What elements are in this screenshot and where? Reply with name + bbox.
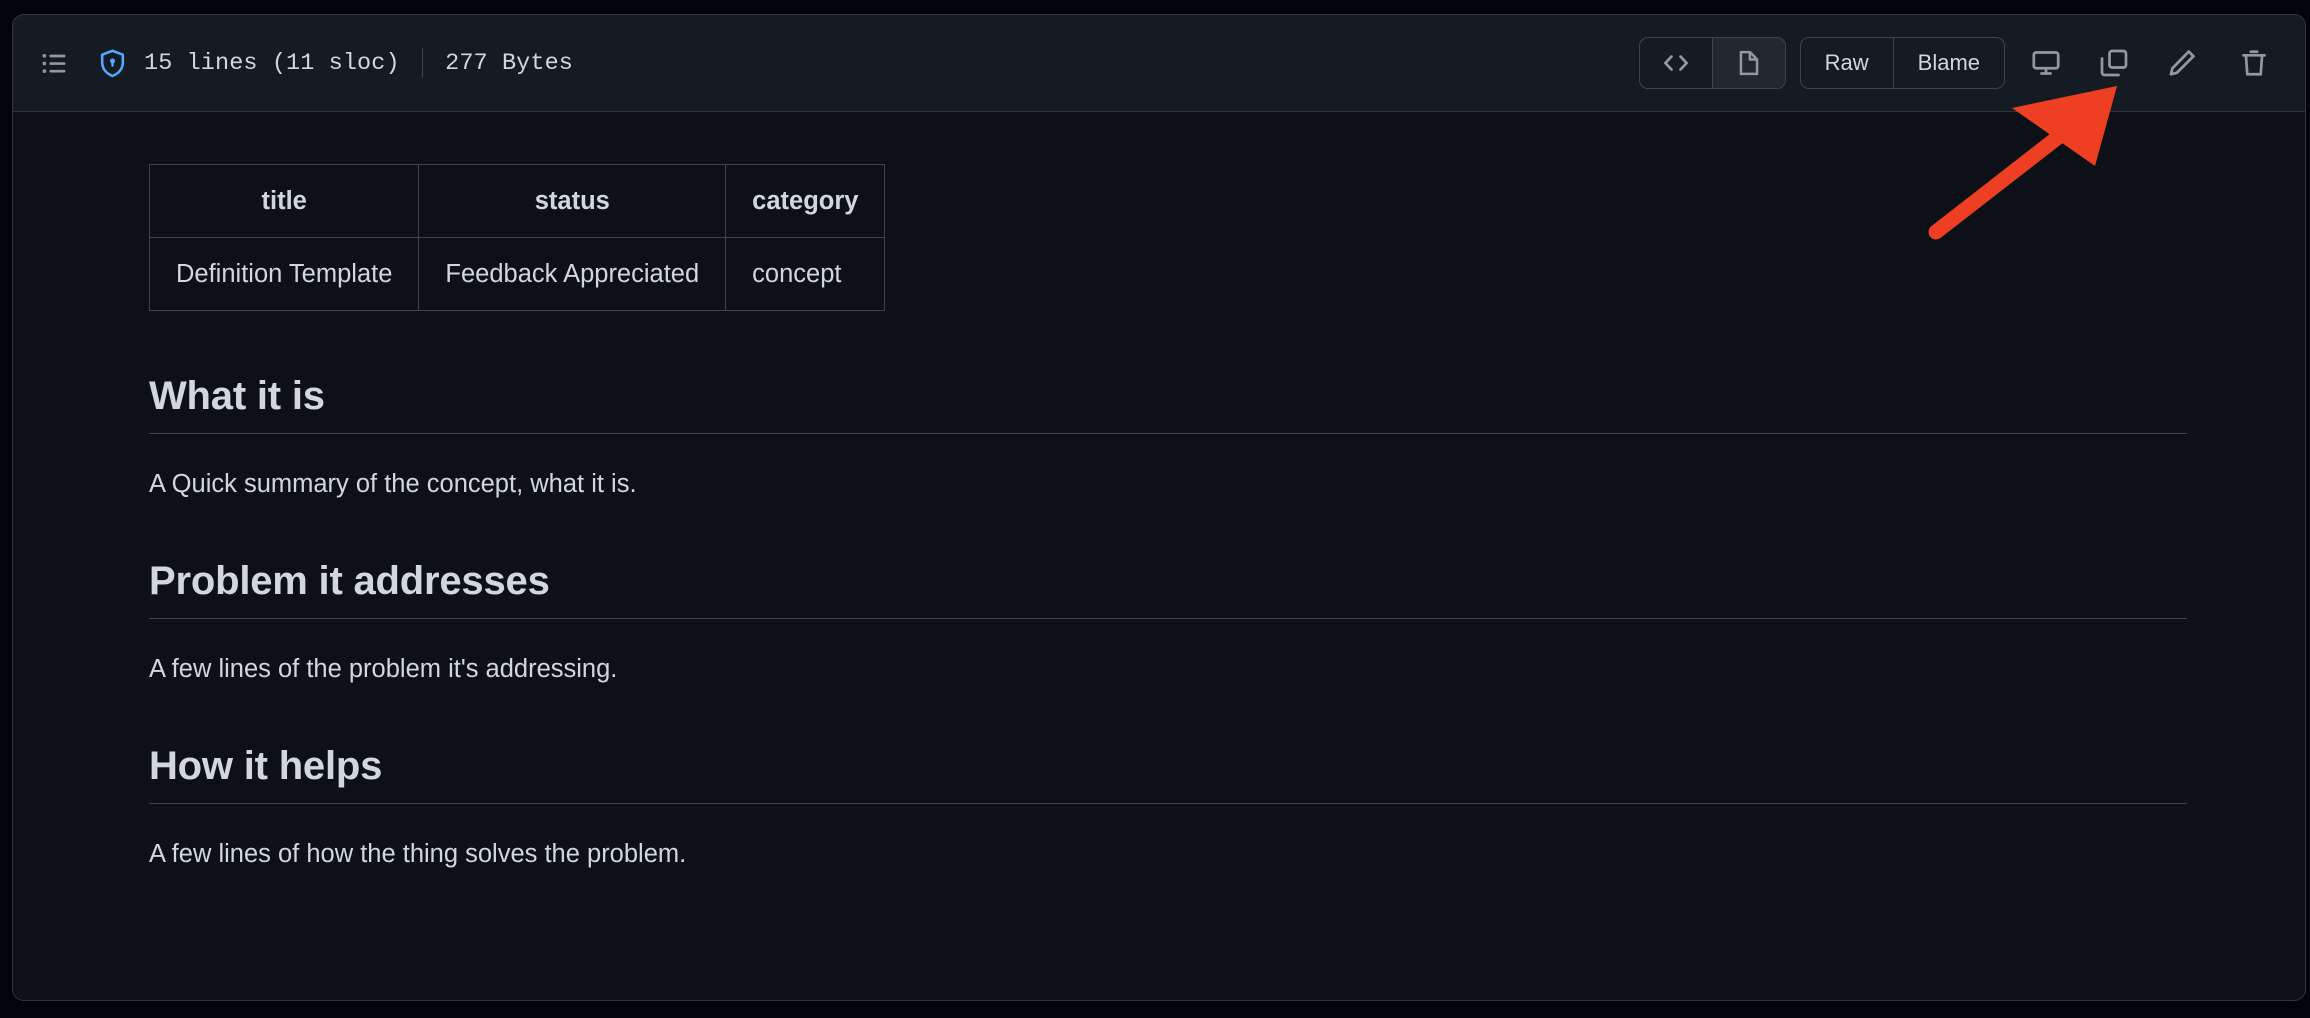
cell-title: Definition Template [150, 238, 419, 311]
section-problem-it-addresses: Problem it addresses A few lines of the … [149, 559, 2187, 684]
trash-icon[interactable] [2227, 37, 2281, 89]
view-mode-toggle [1639, 37, 1786, 89]
section-how-it-helps: How it helps A few lines of how the thin… [149, 744, 2187, 869]
meta-divider [422, 48, 424, 78]
shield-lock-icon [97, 48, 128, 79]
file-lines-count: 15 lines (11 sloc) [144, 50, 400, 77]
file-header-actions: Raw Blame [1639, 37, 2283, 89]
file-view-container: 15 lines (11 sloc) 277 Bytes [12, 14, 2306, 1001]
paragraph-how-it-helps: A few lines of how the thing solves the … [149, 804, 2187, 869]
device-desktop-icon[interactable] [2019, 37, 2073, 89]
table-col-title: title [150, 165, 419, 238]
list-unordered-icon[interactable] [33, 42, 75, 84]
frontmatter-table: title status category Definition Templat… [149, 164, 885, 311]
table-head: title status category [150, 165, 885, 238]
file-content-area: title status category Definition Templat… [13, 112, 2305, 1000]
cell-status: Feedback Appreciated [419, 238, 726, 311]
paragraph-problem-it-addresses: A few lines of the problem it's addressi… [149, 619, 2187, 684]
heading-problem-it-addresses: Problem it addresses [149, 559, 2187, 619]
markdown-rendered: title status category Definition Templat… [149, 164, 2187, 869]
cell-category: concept [726, 238, 885, 311]
code-view-button[interactable] [1640, 38, 1712, 88]
table-body: Definition Template Feedback Appreciated… [150, 238, 885, 311]
heading-how-it-helps: How it helps [149, 744, 2187, 804]
table-col-status: status [419, 165, 726, 238]
paragraph-what-it-is: A Quick summary of the concept, what it … [149, 434, 2187, 499]
table-col-category: category [726, 165, 885, 238]
file-header-left: 15 lines (11 sloc) 277 Bytes [33, 42, 1639, 84]
raw-button[interactable]: Raw [1801, 38, 1893, 88]
pencil-icon[interactable] [2155, 37, 2209, 89]
heading-what-it-is: What it is [149, 374, 2187, 434]
screenshot-root: 15 lines (11 sloc) 277 Bytes [0, 0, 2310, 1018]
table-header-row: title status category [150, 165, 885, 238]
file-header-toolbar: 15 lines (11 sloc) 277 Bytes [13, 15, 2305, 112]
raw-blame-toggle: Raw Blame [1800, 37, 2005, 89]
preview-view-button[interactable] [1712, 38, 1785, 88]
blame-button[interactable]: Blame [1893, 38, 2004, 88]
file-meta: 15 lines (11 sloc) 277 Bytes [97, 48, 573, 79]
copy-icon[interactable] [2087, 37, 2141, 89]
section-what-it-is: What it is A Quick summary of the concep… [149, 374, 2187, 499]
file-size: 277 Bytes [445, 50, 573, 77]
table-row: Definition Template Feedback Appreciated… [150, 238, 885, 311]
